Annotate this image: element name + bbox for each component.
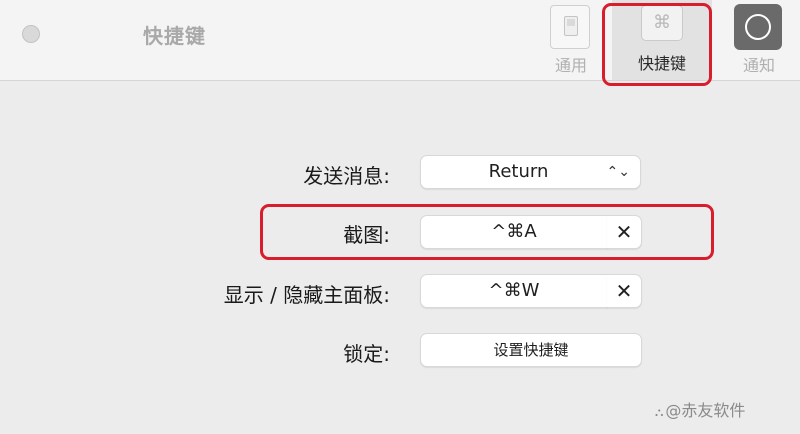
set-shortcut-button[interactable]: 设置快捷键 (420, 333, 642, 367)
watermark-icon: ⛬ (655, 405, 664, 419)
screenshot-label: 截图: (343, 223, 390, 247)
watermark-text: @赤友软件 (665, 401, 746, 420)
screenshot-clear-button[interactable]: ✕ (607, 215, 642, 249)
tab-notifications-label: 通知 (742, 56, 775, 75)
send-message-label: 发送消息: (303, 164, 390, 188)
preferences-window: 快捷键 通用 ⌘ 快捷键 通知 发送消息: Return ⌃⌄ 截图: ^⌘A … (0, 0, 800, 434)
toggle-panel-shortcut-field[interactable]: ^⌘W (420, 274, 608, 308)
lock-label: 锁定: (343, 342, 390, 366)
tab-notifications[interactable]: 通知 (728, 0, 790, 80)
send-message-value: Return (488, 161, 549, 182)
chevron-updown-icon: ⌃⌄ (606, 164, 630, 180)
switch-icon (550, 5, 590, 49)
tab-general[interactable]: 通用 (540, 0, 602, 80)
tab-general-label: 通用 (554, 56, 587, 75)
toggle-panel-clear-button[interactable]: ✕ (607, 274, 642, 308)
watermark: ⛬ @赤友软件 (655, 397, 745, 421)
screenshot-shortcut-field[interactable]: ^⌘A (420, 215, 608, 249)
notification-icon (734, 4, 782, 50)
toggle-panel-label: 显示 / 隐藏主面板: (223, 283, 390, 307)
command-key-icon: ⌘ (641, 5, 683, 41)
tab-shortcuts[interactable]: ⌘ 快捷键 (612, 0, 712, 80)
window-title: 快捷键 (143, 24, 206, 48)
toolbar: 快捷键 通用 ⌘ 快捷键 通知 (0, 0, 800, 81)
tab-shortcuts-label: 快捷键 (637, 54, 686, 73)
close-window-button[interactable] (22, 25, 40, 43)
send-message-select[interactable]: Return ⌃⌄ (420, 155, 641, 189)
